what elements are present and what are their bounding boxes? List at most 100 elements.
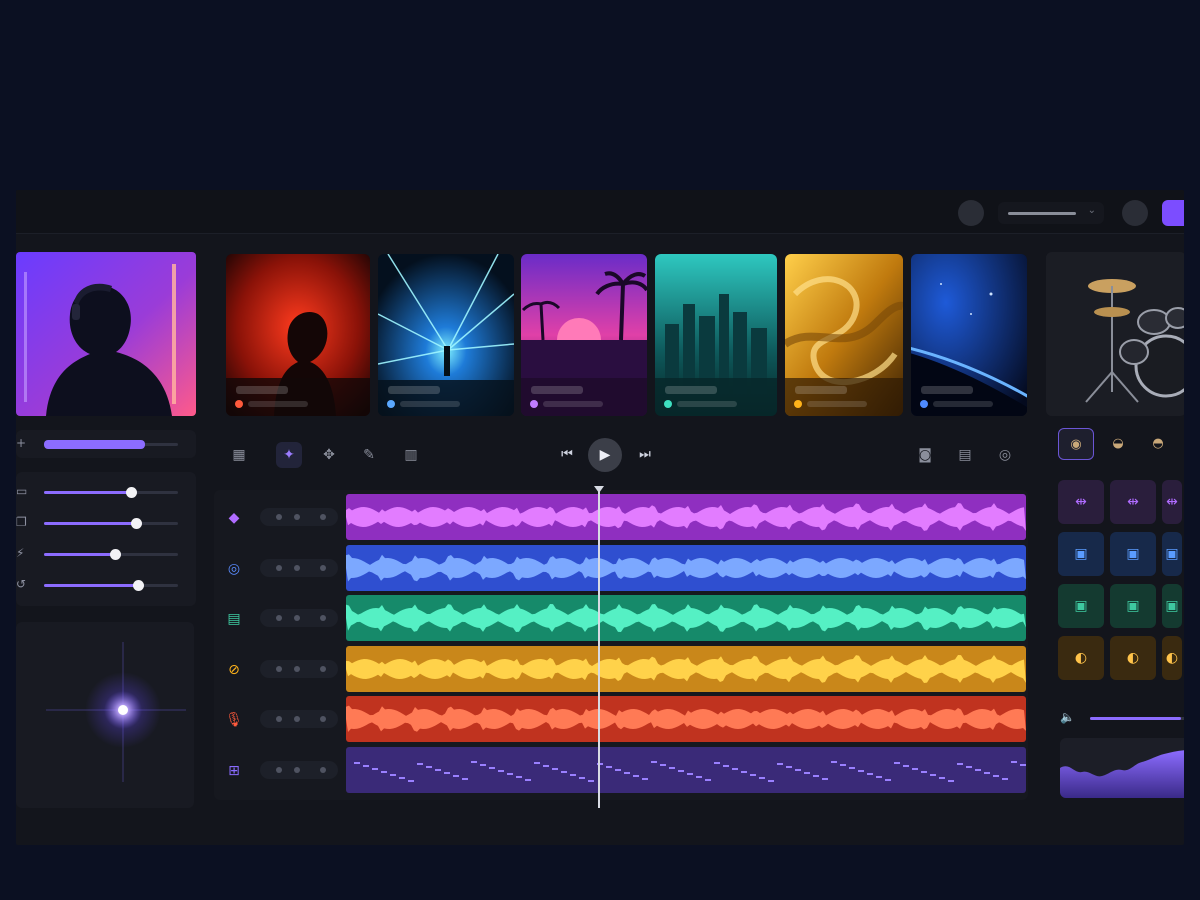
midi-note — [948, 779, 954, 782]
target-icon[interactable]: ◎ — [992, 442, 1018, 468]
camera-icon[interactable]: ◙ — [912, 442, 938, 468]
slider-row-2[interactable]: ❐ — [16, 513, 196, 533]
slider-track[interactable] — [44, 549, 178, 560]
slider-track[interactable] — [44, 440, 178, 449]
record-button[interactable] — [320, 665, 326, 672]
pad-purple-3[interactable]: ⇹ — [1162, 480, 1182, 524]
sparkle-icon[interactable]: ✦ — [276, 442, 302, 468]
mute-button[interactable] — [276, 665, 282, 672]
mute-button[interactable] — [276, 564, 282, 571]
preset-dropdown[interactable]: ⌄ — [998, 202, 1104, 224]
midi-note — [813, 774, 819, 777]
xy-effect-pad[interactable] — [16, 622, 194, 808]
pad-purple-2[interactable]: ⇹ — [1110, 480, 1156, 524]
solo-button[interactable] — [294, 766, 300, 773]
play-icon[interactable]: ▶ — [588, 438, 622, 472]
midi-note — [840, 763, 846, 766]
track-header-guitar[interactable]: ⊘ — [216, 646, 344, 692]
track-header-vocals[interactable]: 🎙 — [216, 696, 344, 742]
thumb-blue-planet[interactable] — [911, 254, 1027, 416]
track-header-synth-lead[interactable]: ◆ — [216, 494, 344, 540]
record-button[interactable] — [320, 564, 326, 571]
solo-button[interactable] — [294, 615, 300, 621]
accent-action-button[interactable] — [1162, 200, 1184, 226]
track-buttons[interactable] — [260, 609, 338, 627]
hihat-icon[interactable]: ◉ — [1058, 428, 1094, 460]
settings-icon[interactable] — [958, 200, 984, 226]
kit-volume-row[interactable]: 🔈 — [1060, 710, 1184, 726]
solo-button[interactable] — [294, 514, 300, 520]
mute-button[interactable] — [276, 766, 282, 773]
cymbal-icon[interactable]: ◓ — [1140, 428, 1176, 460]
playhead-marker[interactable] — [594, 486, 604, 493]
pad-teal-1[interactable]: ▣ — [1058, 584, 1104, 628]
pad-teal-3[interactable]: ▣ — [1162, 584, 1182, 628]
pad-orange-1[interactable]: ◐ — [1058, 636, 1104, 680]
pad-purple-1[interactable]: ⇹ — [1058, 480, 1104, 524]
thumb-red-silhouette[interactable] — [226, 254, 370, 416]
mute-button[interactable] — [276, 615, 282, 621]
midi-note — [516, 775, 522, 778]
track-buttons[interactable] — [260, 760, 338, 779]
slider-knob[interactable] — [131, 518, 143, 529]
move-icon[interactable]: ✥ — [316, 442, 342, 468]
slider-knob[interactable] — [132, 580, 144, 591]
chart-icon[interactable]: ▥ — [398, 442, 424, 468]
track-header-drums[interactable]: ⊞ — [216, 747, 344, 793]
volume-track[interactable] — [1090, 717, 1184, 720]
record-button[interactable] — [320, 716, 326, 722]
track-lane-bass[interactable] — [346, 544, 1026, 591]
pencil-icon[interactable]: ✎ — [356, 442, 382, 468]
mute-button[interactable] — [276, 514, 282, 520]
thumb-golden-swirl[interactable] — [785, 254, 903, 416]
slider-knob[interactable] — [126, 487, 138, 498]
user-icon[interactable] — [1122, 200, 1148, 226]
pad-blue-2[interactable]: ▣ — [1110, 532, 1156, 576]
track-header-bass[interactable]: ◎ — [216, 545, 344, 591]
track-buttons[interactable] — [260, 558, 338, 577]
midi-note — [777, 762, 783, 765]
playhead[interactable] — [598, 490, 600, 808]
slider-row-4[interactable]: ↺ — [16, 575, 196, 595]
pad-orange-3[interactable]: ◐ — [1162, 636, 1182, 680]
track-buttons[interactable] — [260, 659, 338, 678]
track-lane-guitar[interactable] — [346, 645, 1026, 692]
slider-row-3[interactable]: ⚡ — [16, 544, 196, 564]
slider-track[interactable] — [44, 518, 178, 529]
slider-row-1[interactable]: ▭ — [16, 482, 196, 502]
skip-forward-icon[interactable]: ⏭ — [632, 442, 658, 468]
midi-note — [471, 760, 477, 763]
thumb-synthwave-palms[interactable] — [521, 254, 647, 416]
slider-track[interactable] — [44, 487, 178, 498]
slider-track[interactable] — [44, 580, 178, 591]
slider-knob[interactable] — [110, 549, 122, 560]
record-button[interactable] — [320, 514, 326, 520]
solo-button[interactable] — [294, 665, 300, 672]
track-buttons[interactable] — [260, 508, 338, 526]
track-lane-synth-lead[interactable] — [346, 494, 1026, 540]
panel-icon[interactable]: ▤ — [952, 442, 978, 468]
track-header-keys[interactable]: ▤ — [216, 595, 344, 641]
track-buttons[interactable] — [260, 710, 338, 728]
track-lane-drums[interactable] — [346, 746, 1026, 793]
thumb-blue-lasers[interactable] — [378, 254, 514, 416]
track-lane-vocals[interactable] — [346, 696, 1026, 742]
slider-row-master[interactable]: + — [16, 434, 196, 454]
pad-orange-2[interactable]: ◐ — [1110, 636, 1156, 680]
solo-button[interactable] — [294, 716, 300, 722]
snare-icon[interactable]: ◒ — [1100, 428, 1136, 460]
track-lane-keys[interactable] — [346, 595, 1026, 641]
mute-button[interactable] — [276, 716, 282, 722]
guitar-icon: ⊘ — [228, 661, 240, 678]
record-button[interactable] — [320, 766, 326, 773]
record-button[interactable] — [320, 615, 326, 621]
thumb-teal-city[interactable] — [655, 254, 777, 416]
pad-blue-3[interactable]: ▣ — [1162, 532, 1182, 576]
pad-blue-1[interactable]: ▣ — [1058, 532, 1104, 576]
solo-button[interactable] — [294, 564, 300, 571]
skip-back-icon[interactable]: ⏮ — [554, 442, 580, 468]
pad-teal-2[interactable]: ▣ — [1110, 584, 1156, 628]
midi-note — [363, 764, 369, 767]
slider-fill — [44, 440, 145, 449]
grid-icon[interactable]: ▦ — [226, 442, 252, 468]
